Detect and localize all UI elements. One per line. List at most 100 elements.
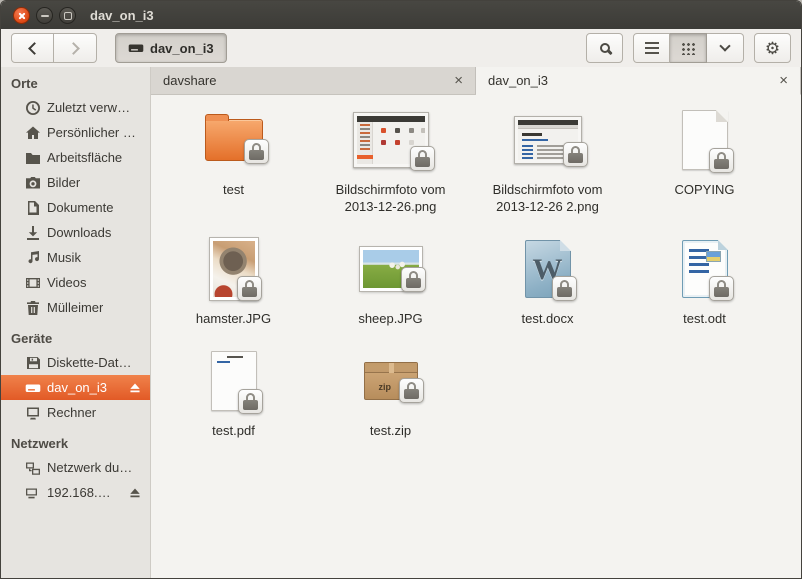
grid-view-button[interactable] bbox=[670, 33, 707, 63]
lock-emblem-icon bbox=[401, 267, 426, 292]
zip-archive-icon: zip bbox=[364, 362, 418, 400]
tab-bar: davshare × dav_on_i3 × bbox=[151, 67, 801, 95]
photo-thumbnail-icon bbox=[210, 238, 258, 300]
sidebar-item-label: Rechner bbox=[47, 405, 96, 420]
sidebar-item-home[interactable]: Persönlicher … bbox=[1, 120, 150, 145]
lock-emblem-icon bbox=[238, 389, 263, 414]
location-button[interactable]: dav_on_i3 bbox=[115, 33, 227, 63]
sidebar-item-label: Zuletzt verw… bbox=[47, 100, 130, 115]
minimize-button[interactable] bbox=[36, 7, 53, 24]
file-item-test-pdf[interactable]: test.pdf bbox=[155, 344, 312, 440]
window-body: Orte Zuletzt verw… Persönlicher … Arbeit… bbox=[1, 67, 801, 578]
trash-icon bbox=[25, 300, 41, 316]
file-name: test.docx bbox=[521, 311, 573, 328]
lock-emblem-icon bbox=[563, 142, 588, 167]
file-name: hamster.JPG bbox=[196, 311, 271, 328]
list-view-button[interactable] bbox=[633, 33, 670, 63]
odt-document-icon bbox=[682, 240, 728, 298]
close-icon[interactable]: × bbox=[777, 73, 790, 88]
file-item-test-odt[interactable]: test.odt bbox=[626, 232, 783, 328]
lock-emblem-icon bbox=[399, 378, 424, 403]
eject-button[interactable] bbox=[128, 381, 142, 395]
sidebar-item-label: Mülleimer bbox=[47, 300, 103, 315]
sidebar-item-trash[interactable]: Mülleimer bbox=[1, 295, 150, 320]
lock-emblem-icon bbox=[410, 146, 435, 171]
sidebar-item-label: 192.168.… bbox=[47, 485, 111, 500]
folder-icon bbox=[205, 119, 263, 161]
file-item-screenshot-1[interactable]: Bildschirmfoto vom 2013-12-26.png bbox=[312, 103, 469, 216]
search-button[interactable] bbox=[586, 33, 623, 63]
toolbar-right: ⚙ bbox=[586, 33, 791, 63]
file-name: Bildschirmfoto vom 2013-12-26.png bbox=[322, 182, 460, 216]
sidebar-item-label: Diskette-Dat… bbox=[47, 355, 132, 370]
tab-dav-on-i3[interactable]: dav_on_i3 × bbox=[476, 67, 801, 95]
eject-icon bbox=[128, 486, 142, 500]
sidebar-item-videos[interactable]: Videos bbox=[1, 270, 150, 295]
places-sidebar: Orte Zuletzt verw… Persönlicher … Arbeit… bbox=[1, 67, 151, 578]
sidebar-item-recent[interactable]: Zuletzt verw… bbox=[1, 95, 150, 120]
grid-view-icon bbox=[681, 41, 695, 55]
screenshot-thumbnail-icon bbox=[353, 112, 429, 168]
forward-button[interactable] bbox=[54, 33, 97, 63]
list-view-icon bbox=[645, 42, 659, 54]
section-header-network: Netzwerk bbox=[1, 431, 150, 455]
maximize-button[interactable] bbox=[59, 7, 76, 24]
file-name: sheep.JPG bbox=[358, 311, 422, 328]
folder-icon bbox=[25, 150, 41, 166]
eject-icon bbox=[128, 381, 142, 395]
tab-label: dav_on_i3 bbox=[488, 73, 548, 88]
sidebar-item-label: Arbeitsfläche bbox=[47, 150, 122, 165]
sidebar-item-label: Musik bbox=[47, 250, 81, 265]
sidebar-item-computer[interactable]: Rechner bbox=[1, 400, 150, 425]
file-manager-window: dav_on_i3 dav_on_i3 ⚙ Orte Zu bbox=[0, 0, 802, 579]
sidebar-item-music[interactable]: Musik bbox=[1, 245, 150, 270]
sidebar-item-label: Bilder bbox=[47, 175, 80, 190]
lock-emblem-icon bbox=[709, 276, 734, 301]
close-icon[interactable]: × bbox=[452, 73, 465, 88]
sidebar-item-label: Persönlicher … bbox=[47, 125, 136, 140]
word-document-icon: W bbox=[525, 240, 571, 298]
sidebar-item-documents[interactable]: Dokumente bbox=[1, 195, 150, 220]
window-title: dav_on_i3 bbox=[90, 8, 154, 23]
tab-davshare[interactable]: davshare × bbox=[151, 67, 476, 94]
file-name: test.pdf bbox=[212, 423, 255, 440]
file-item-sheep-jpg[interactable]: sheep.JPG bbox=[312, 232, 469, 328]
document-icon bbox=[25, 200, 41, 216]
sidebar-item-label: Downloads bbox=[47, 225, 111, 240]
view-toggle-group bbox=[633, 33, 744, 63]
lock-emblem-icon bbox=[244, 139, 269, 164]
file-item-test-folder[interactable]: test bbox=[155, 103, 312, 216]
sidebar-item-dav-on-i3[interactable]: dav_on_i3 bbox=[1, 375, 150, 400]
sidebar-item-floppy[interactable]: Diskette-Dat… bbox=[1, 350, 150, 375]
tab-label: davshare bbox=[163, 73, 216, 88]
settings-button[interactable]: ⚙ bbox=[754, 33, 791, 63]
chevron-down-icon bbox=[719, 40, 730, 51]
music-icon bbox=[25, 250, 41, 266]
main-pane: davshare × dav_on_i3 × test bbox=[151, 67, 801, 578]
sidebar-item-label: Dokumente bbox=[47, 200, 113, 215]
back-button[interactable] bbox=[11, 33, 54, 63]
sidebar-item-downloads[interactable]: Downloads bbox=[1, 220, 150, 245]
file-item-hamster-jpg[interactable]: hamster.JPG bbox=[155, 232, 312, 328]
file-name: test.odt bbox=[683, 311, 726, 328]
film-icon bbox=[25, 275, 41, 291]
titlebar[interactable]: dav_on_i3 bbox=[1, 1, 801, 29]
sidebar-item-network-drive[interactable]: 192.168.… bbox=[1, 480, 150, 505]
file-item-test-docx[interactable]: W test.docx bbox=[469, 232, 626, 328]
clock-icon bbox=[25, 100, 41, 116]
file-item-screenshot-2[interactable]: Bildschirmfoto vom 2013-12-26 2.png bbox=[469, 103, 626, 216]
location-label: dav_on_i3 bbox=[150, 41, 214, 56]
eject-button[interactable] bbox=[128, 486, 142, 500]
sidebar-item-browse-network[interactable]: Netzwerk du… bbox=[1, 455, 150, 480]
file-item-copying[interactable]: COPYING bbox=[626, 103, 783, 216]
network-drive-icon bbox=[25, 485, 41, 501]
drive-icon bbox=[25, 380, 41, 396]
view-options-button[interactable] bbox=[707, 33, 744, 63]
sidebar-item-pictures[interactable]: Bilder bbox=[1, 170, 150, 195]
photo-thumbnail-icon bbox=[360, 247, 422, 291]
sidebar-item-desktop[interactable]: Arbeitsfläche bbox=[1, 145, 150, 170]
file-item-test-zip[interactable]: zip test.zip bbox=[312, 344, 469, 440]
gear-icon: ⚙ bbox=[765, 40, 780, 57]
close-button[interactable] bbox=[13, 7, 30, 24]
lock-emblem-icon bbox=[709, 148, 734, 173]
